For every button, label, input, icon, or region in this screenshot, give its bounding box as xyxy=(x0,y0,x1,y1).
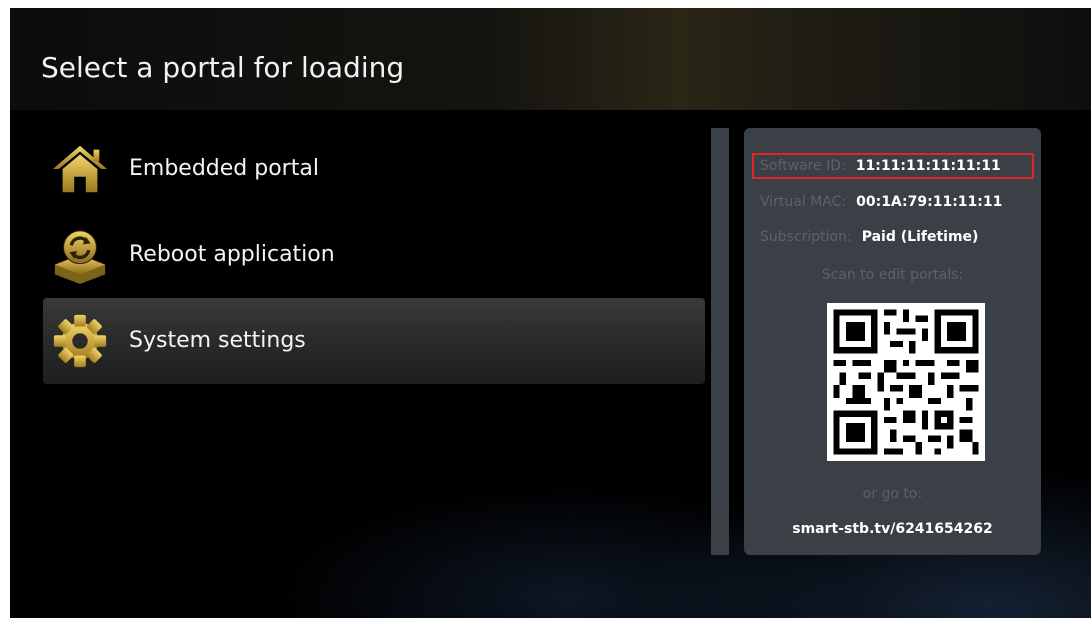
header-bar: Select a portal for loading xyxy=(10,8,1091,110)
virtual-mac-value: 00:1A:79:11:11:11 xyxy=(856,194,1003,210)
portal-url-link[interactable]: smart-stb.tv/6241654262 xyxy=(744,521,1041,537)
menu-item-reboot-application[interactable]: Reboot application xyxy=(43,212,705,298)
reboot-icon xyxy=(54,230,106,284)
page-title: Select a portal for loading xyxy=(41,51,405,84)
scrollbar[interactable] xyxy=(711,128,729,555)
menu-item-label: Reboot application xyxy=(129,242,335,267)
device-info-panel: Software ID: 11:11:11:11:11:11 Virtual MA… xyxy=(744,128,1041,555)
home-icon xyxy=(52,145,108,193)
menu-item-label: System settings xyxy=(129,328,306,353)
or-go-to-text: or go to: xyxy=(862,486,923,502)
subscription-label: Subscription: xyxy=(760,229,852,245)
qr-code xyxy=(827,303,985,461)
subscription-row: Subscription: Paid (Lifetime) xyxy=(760,229,978,245)
software-id-row: Software ID: 11:11:11:11:11:11 xyxy=(760,158,1001,174)
virtual-mac-label: Virtual MAC: xyxy=(760,194,847,210)
menu-item-system-settings[interactable]: System settings xyxy=(43,298,705,384)
app-screen: Select a portal for loading Embedded por… xyxy=(10,8,1091,618)
scan-instructions: Scan to edit portals: xyxy=(821,267,964,283)
menu-item-embedded-portal[interactable]: Embedded portal xyxy=(43,126,705,212)
gear-icon xyxy=(53,314,107,368)
software-id-label: Software ID: xyxy=(760,158,846,174)
portal-menu: Embedded portal Reboot application Syste… xyxy=(43,126,705,384)
subscription-value: Paid (Lifetime) xyxy=(861,229,979,245)
menu-item-label: Embedded portal xyxy=(129,156,319,181)
virtual-mac-row: Virtual MAC: 00:1A:79:11:11:11 xyxy=(760,194,1002,210)
software-id-value: 11:11:11:11:11:11 xyxy=(855,158,1001,174)
